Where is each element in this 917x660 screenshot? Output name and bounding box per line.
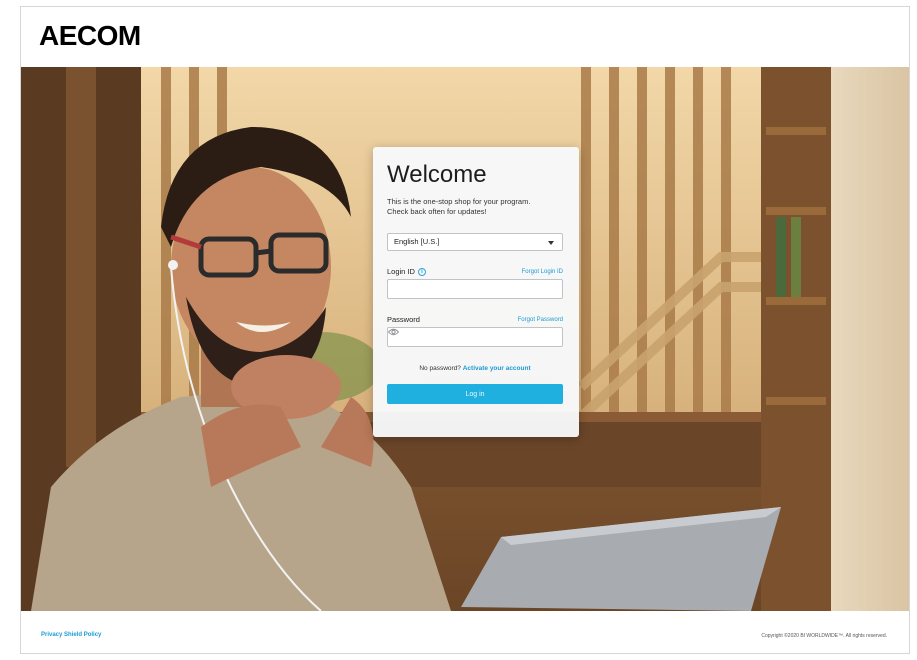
login-card: Welcome This is the one-stop shop for yo… [373, 147, 579, 437]
forgot-password-link[interactable]: Forgot Password [518, 317, 563, 323]
login-id-row: Login ID i Forgot Login ID [387, 267, 563, 276]
footer: Privacy Shield Policy Copyright ©2020 BI… [21, 611, 909, 653]
welcome-title: Welcome [387, 161, 487, 188]
password-input[interactable] [387, 327, 563, 347]
copyright-text: Copyright ©2020 BI WORLDWIDE™. All right… [761, 633, 887, 639]
language-select[interactable]: English [U.S.] [387, 233, 563, 251]
privacy-policy-link[interactable]: Privacy Shield Policy [41, 632, 101, 638]
login-id-label-group: Login ID i [387, 267, 426, 276]
intro-text: This is the one-stop shop for your progr… [387, 197, 531, 216]
eye-icon[interactable] [388, 328, 399, 336]
login-id-label: Login ID [387, 267, 415, 276]
header: AECOM [21, 7, 909, 67]
chevron-down-icon [548, 241, 554, 245]
language-selected-value: English [U.S.] [394, 237, 440, 246]
login-id-input[interactable] [387, 279, 563, 299]
login-button[interactable]: Log in [387, 384, 563, 404]
password-row: Password Forgot Password [387, 315, 563, 324]
password-label: Password [387, 315, 420, 324]
forgot-login-id-link[interactable]: Forgot Login ID [522, 269, 563, 275]
activate-account-link[interactable]: Activate your account [463, 365, 531, 372]
activate-row: No password? Activate your account [387, 365, 563, 372]
info-circle-icon[interactable]: i [417, 267, 426, 276]
hero-image: Welcome This is the one-stop shop for yo… [21, 67, 909, 611]
page-frame: AECOM Welcome This is the one-stop shop … [20, 6, 910, 654]
no-password-text: No password? [419, 365, 461, 372]
aecom-logo: AECOM [39, 20, 141, 51]
